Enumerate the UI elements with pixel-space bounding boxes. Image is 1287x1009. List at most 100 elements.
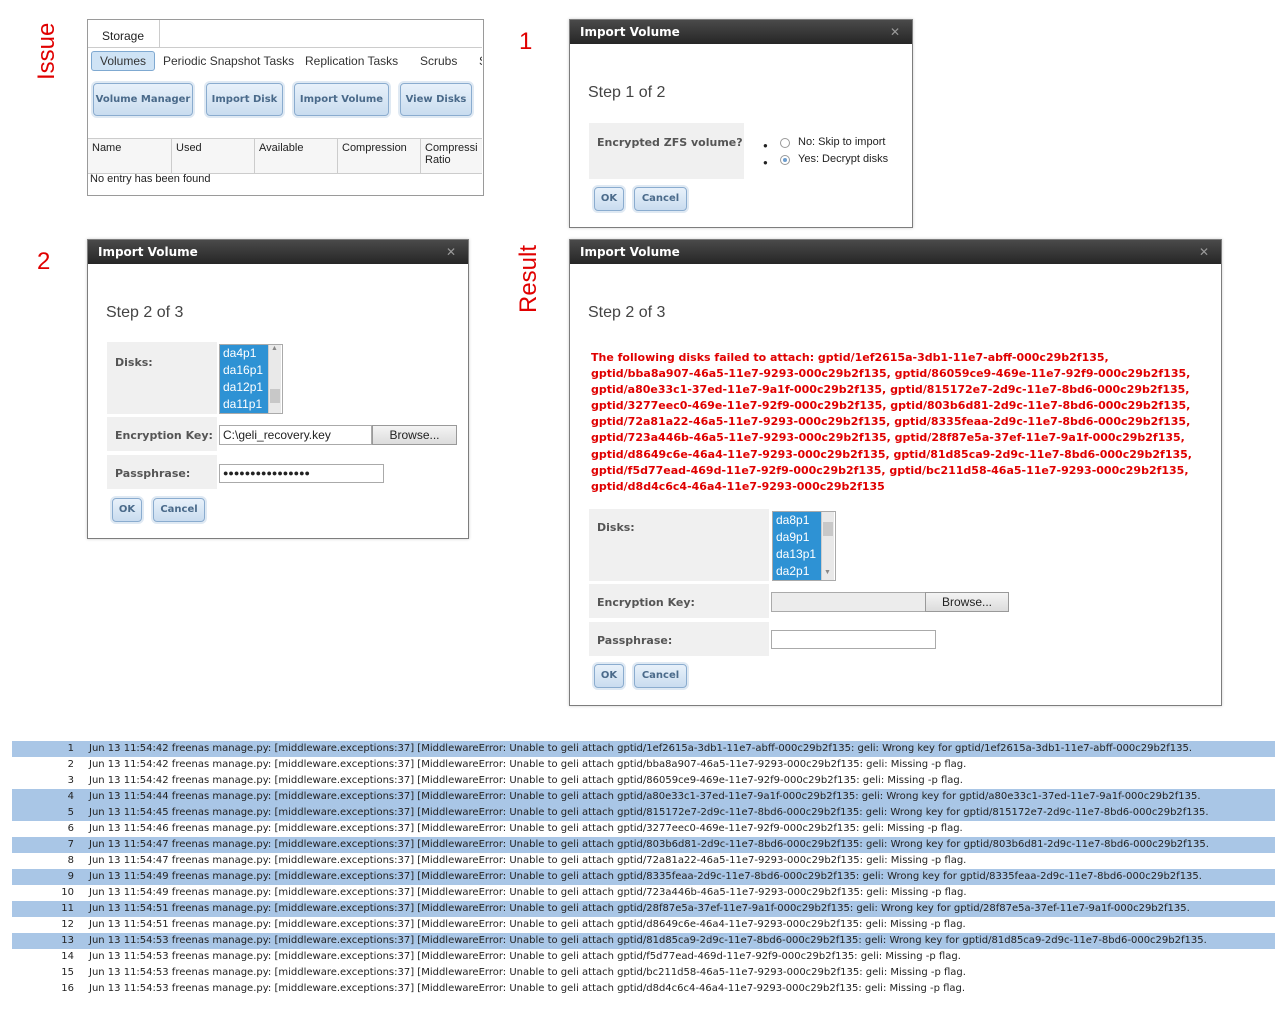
column-available[interactable]: Available xyxy=(255,139,338,173)
log-line: 16 Jun 13 11:54:53 freenas manage.py: [mi… xyxy=(12,981,1275,997)
dialog-title-bar: Import Volume xyxy=(570,240,1221,264)
log-line-number: 16 xyxy=(61,983,74,994)
browse-button[interactable]: Browse... xyxy=(372,425,457,445)
cancel-button[interactable]: Cancel xyxy=(634,664,687,688)
ok-button[interactable]: OK xyxy=(594,664,624,688)
passphrase-field[interactable]: ●●●●●●●●●●●●●●●● xyxy=(219,464,384,483)
log-line: 6 Jun 13 11:54:46 freenas manage.py: [mid… xyxy=(12,821,1275,837)
log-line-number: 13 xyxy=(61,935,74,946)
subtab-scrubs[interactable]: Scrubs xyxy=(420,54,457,68)
log-line-number: 1 xyxy=(67,743,74,754)
log-line-number: 10 xyxy=(61,887,74,898)
cancel-button[interactable]: Cancel xyxy=(153,498,205,522)
error-message: The following disks failed to attach: gp… xyxy=(591,350,1192,495)
dialog-title-bar: Import Volume xyxy=(570,20,912,44)
error-line: gptid/bba8a907-46a5-11e7-9293-000c29b2f1… xyxy=(591,367,1191,381)
import-volume-button[interactable]: Import Volume xyxy=(294,83,389,116)
disks-label: Disks: xyxy=(115,356,153,369)
listbox-scrollbar[interactable]: ▲ xyxy=(268,345,281,413)
column-name[interactable]: Name xyxy=(88,139,172,173)
scroll-thumb[interactable] xyxy=(270,389,280,403)
option-no-label: No: Skip to import xyxy=(798,136,886,148)
column-compression-ratio[interactable]: Compressi Ratio xyxy=(421,139,482,173)
listbox-scrollbar[interactable]: ▼ xyxy=(821,512,834,580)
scroll-down-icon[interactable]: ▼ xyxy=(824,569,831,576)
column-compression[interactable]: Compression xyxy=(338,139,421,173)
radio-no[interactable] xyxy=(780,138,790,148)
dialog-title: Import Volume xyxy=(580,245,680,259)
volume-manager-button[interactable]: Volume Manager xyxy=(93,83,193,116)
close-icon[interactable]: ✕ xyxy=(890,25,900,39)
passphrase-field[interactable] xyxy=(771,630,936,649)
encryption-key-row: Encryption Key: xyxy=(589,584,769,618)
log-line-text: Jun 13 11:54:49 freenas manage.py: [midd… xyxy=(89,887,967,898)
disks-listbox[interactable]: da8p1 da9p1 da13p1 da2p1 ▼ xyxy=(772,511,836,581)
log-line-text: Jun 13 11:54:53 freenas manage.py: [midd… xyxy=(89,935,1207,946)
log-line-number: 12 xyxy=(61,919,74,930)
tab-storage[interactable]: Storage xyxy=(88,20,160,47)
option-yes-label: Yes: Decrypt disks xyxy=(798,153,889,165)
log-line-text: Jun 13 11:54:47 freenas manage.py: [midd… xyxy=(89,839,1209,850)
log-line-text: Jun 13 11:54:51 freenas manage.py: [midd… xyxy=(89,903,1190,914)
log-line-text: Jun 13 11:54:49 freenas manage.py: [midd… xyxy=(89,871,1202,882)
close-icon[interactable]: ✕ xyxy=(1199,245,1209,259)
log-line: 8 Jun 13 11:54:47 freenas manage.py: [mid… xyxy=(12,853,1275,869)
disks-listbox[interactable]: da4p1 da16p1 da12p1 da11p1 ▲ xyxy=(219,344,283,414)
disk-option[interactable]: da13p1 xyxy=(773,546,821,563)
log-line-number: 15 xyxy=(61,967,74,978)
log-line: 3 Jun 13 11:54:42 freenas manage.py: [mid… xyxy=(12,773,1275,789)
scroll-thumb[interactable] xyxy=(823,522,833,536)
step-indicator: Step 2 of 3 xyxy=(106,304,184,321)
dialog-title-bar: Import Volume xyxy=(88,240,468,264)
subtab-volumes[interactable]: Volumes xyxy=(91,51,156,71)
disk-option[interactable]: da11p1 xyxy=(220,396,268,413)
log-line-text: Jun 13 11:54:42 freenas manage.py: [midd… xyxy=(89,775,963,786)
disk-option[interactable]: da16p1 xyxy=(220,362,268,379)
import-disk-button[interactable]: Import Disk xyxy=(206,83,283,116)
disk-option[interactable]: da2p1 xyxy=(773,563,821,580)
browse-button[interactable]: Browse... xyxy=(925,592,1009,612)
cancel-button[interactable]: Cancel xyxy=(634,187,687,211)
log-line-number: 3 xyxy=(67,775,74,786)
error-line: gptid/d8d4c6c4-46a4-11e7-9293-000c29b2f1… xyxy=(591,479,885,493)
encryption-key-label: Encryption Key: xyxy=(597,596,695,609)
radio-yes[interactable] xyxy=(780,155,790,165)
subtab-replication[interactable]: Replication Tasks xyxy=(305,54,398,68)
log-line: 15 Jun 13 11:54:53 freenas manage.py: [mi… xyxy=(12,965,1275,981)
error-line: gptid/3277eec0-469e-11e7-92f9-000c29b2f1… xyxy=(591,399,1191,413)
passphrase-label: Passphrase: xyxy=(115,467,191,480)
log-line: 1 Jun 13 11:54:42 freenas manage.py: [mid… xyxy=(12,741,1275,757)
encryption-key-field[interactable] xyxy=(771,592,926,612)
empty-message: No entry has been found xyxy=(90,173,211,185)
log-line-text: Jun 13 11:54:42 freenas manage.py: [midd… xyxy=(89,743,1193,754)
log-line-text: Jun 13 11:54:51 freenas manage.py: [midd… xyxy=(89,919,966,930)
passphrase-row: Passphrase: xyxy=(107,455,217,489)
step-two-label: 2 xyxy=(37,248,51,275)
subtab-more[interactable]: S xyxy=(479,54,482,68)
step-indicator: Step 2 of 3 xyxy=(588,304,666,321)
disks-row: Disks: xyxy=(589,509,769,581)
log-line: 9 Jun 13 11:54:49 freenas manage.py: [mid… xyxy=(12,869,1275,885)
scroll-up-icon[interactable]: ▲ xyxy=(271,345,278,352)
disks-row: Disks: xyxy=(107,342,217,414)
log-line: 4 Jun 13 11:54:44 freenas manage.py: [mid… xyxy=(12,789,1275,805)
disk-option[interactable]: da8p1 xyxy=(773,512,821,529)
encrypted-question-label: Encrypted ZFS volume? xyxy=(597,136,743,149)
disk-option[interactable]: da4p1 xyxy=(220,345,268,362)
import-volume-dialog-result: Import Volume ✕ Step 2 of 3 The followin… xyxy=(569,239,1222,706)
ok-button[interactable]: OK xyxy=(112,498,142,522)
close-icon[interactable]: ✕ xyxy=(446,245,456,259)
log-line-number: 6 xyxy=(67,823,74,834)
encryption-key-field[interactable]: C:\geli_recovery.key xyxy=(219,425,372,445)
passphrase-row: Passphrase: xyxy=(589,622,769,656)
error-line: gptid/a80e33c1-37ed-11e7-9a1f-000c29b2f1… xyxy=(591,383,1190,397)
log-line: 12 Jun 13 11:54:51 freenas manage.py: [mi… xyxy=(12,917,1275,933)
disk-option[interactable]: da12p1 xyxy=(220,379,268,396)
import-volume-dialog-step2: Import Volume ✕ Step 2 of 3 Disks: da4p1… xyxy=(87,239,469,539)
log-line-number: 4 xyxy=(67,791,74,802)
column-used[interactable]: Used xyxy=(172,139,255,173)
subtab-periodic-snapshot[interactable]: Periodic Snapshot Tasks xyxy=(163,54,294,68)
view-disks-button[interactable]: View Disks xyxy=(400,83,472,116)
ok-button[interactable]: OK xyxy=(594,187,624,211)
disk-option[interactable]: da9p1 xyxy=(773,529,821,546)
